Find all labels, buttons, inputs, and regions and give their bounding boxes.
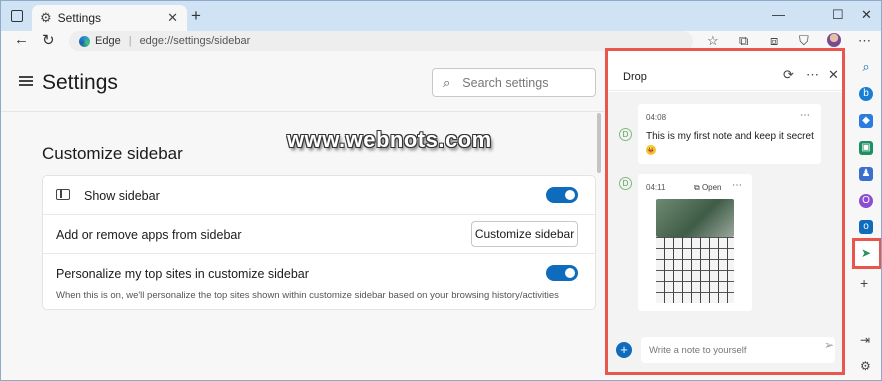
minimize-button[interactable]: — <box>772 7 785 22</box>
device-icon: D <box>619 128 632 141</box>
more-menu-icon[interactable]: ⋯ <box>858 33 871 49</box>
url-text: edge://settings/sidebar <box>139 35 251 47</box>
note-input-placeholder: Write a note to yourself <box>649 344 747 356</box>
note-more-icon[interactable]: ⋯ <box>732 180 742 191</box>
search-icon: ⌕ <box>443 74 451 90</box>
personalize-toggle[interactable] <box>546 265 578 281</box>
open-link[interactable]: ⧉ Open <box>694 183 722 193</box>
tab-actions-icon[interactable] <box>11 10 23 22</box>
image-note-card[interactable]: 04:11 ⧉ Open ⋯ <box>638 174 752 311</box>
add-app-icon[interactable]: + <box>860 275 868 291</box>
address-separator: | <box>128 35 132 47</box>
add-attachment-button[interactable]: + <box>616 342 632 358</box>
bing-icon[interactable]: b <box>859 87 873 101</box>
tools-icon[interactable]: ▣ <box>859 141 873 155</box>
device-icon: D <box>619 177 632 190</box>
gear-icon: ⚙ <box>40 10 52 25</box>
note-more-icon[interactable]: ⋯ <box>800 110 810 121</box>
show-sidebar-row: Show sidebar <box>43 176 595 215</box>
sync-icon[interactable]: ⟳ <box>783 67 794 83</box>
drop-panel: Drop ⟳ ⋯ ✕ D 04:08 ⋯ This is my first no… <box>605 48 845 375</box>
browser-window: ⚙ Settings ✕ + — ☐ ✕ ← ↻ Edge | edge://s… <box>0 0 882 381</box>
note-input[interactable]: Write a note to yourself <box>641 337 835 363</box>
tab-close-icon[interactable]: ✕ <box>167 10 178 26</box>
close-window-button[interactable]: ✕ <box>861 7 872 23</box>
outlook-icon[interactable]: o <box>859 220 873 234</box>
address-bar[interactable]: Edge | edge://settings/sidebar <box>69 31 693 51</box>
drop-more-icon[interactable]: ⋯ <box>806 67 819 83</box>
personalize-label: Personalize my top sites in customize si… <box>56 267 309 281</box>
section-title: Customize sidebar <box>42 144 183 163</box>
back-icon[interactable]: ← <box>14 31 29 48</box>
search-input[interactable]: ⌕ Search settings <box>432 68 596 97</box>
send-icon[interactable]: ➢ <box>824 338 834 352</box>
customize-sidebar-button[interactable]: Customize sidebar <box>471 221 578 247</box>
header-divider <box>1 111 604 112</box>
drop-close-icon[interactable]: ✕ <box>828 67 839 83</box>
settings-card: Show sidebar Add or remove apps from sid… <box>42 175 596 310</box>
search-icon[interactable]: ⌕ <box>859 60 873 74</box>
shopping-icon[interactable]: ◆ <box>859 114 873 128</box>
tab-title: Settings <box>57 11 102 25</box>
open-external-icon: ⧉ <box>694 183 702 192</box>
search-placeholder: Search settings <box>462 75 549 90</box>
hamburger-menu-icon[interactable] <box>19 76 33 86</box>
tab-settings[interactable]: ⚙ Settings ✕ <box>32 5 187 31</box>
personalize-description: When this is on, we'll personalize the t… <box>56 290 559 301</box>
show-sidebar-label: Show sidebar <box>84 189 160 203</box>
edge-sidebar <box>849 52 881 380</box>
drop-header: Drop ⟳ ⋯ ✕ <box>608 51 842 91</box>
edge-logo-icon <box>79 35 90 47</box>
personalize-row: Personalize my top sites in customize si… <box>43 254 595 309</box>
games-icon[interactable]: ♟ <box>859 167 873 181</box>
drop-sidebar-button[interactable]: ➤ <box>852 238 881 269</box>
apps-row: Add or remove apps from sidebar Customiz… <box>43 215 595 254</box>
favorite-star-icon[interactable]: ☆ <box>707 33 719 49</box>
scrollbar[interactable] <box>597 113 601 173</box>
note-text: This is my first note and keep it secret <box>646 131 814 142</box>
drop-icon: ➤ <box>861 246 872 260</box>
new-tab-button[interactable]: + <box>191 6 201 26</box>
refresh-icon[interactable]: ↻ <box>42 31 55 49</box>
sidebar-settings-icon[interactable]: ⚙ <box>860 359 871 373</box>
maximize-button[interactable]: ☐ <box>832 7 844 23</box>
collections-icon[interactable]: ⧈ <box>770 33 778 49</box>
drop-title: Drop <box>623 71 647 83</box>
apps-label: Add or remove apps from sidebar <box>56 228 242 242</box>
open-label: Open <box>701 183 722 192</box>
tongue-emoji-icon: 😛 <box>646 145 656 155</box>
office-icon[interactable]: O <box>859 194 873 208</box>
note-time: 04:08 <box>646 113 667 122</box>
extensions-icon[interactable]: ⧉ <box>739 33 748 49</box>
page-title: Settings <box>42 71 118 94</box>
sidebar-icon <box>56 189 70 200</box>
drop-footer: + Write a note to yourself ➢ <box>608 332 842 372</box>
hide-sidebar-icon[interactable]: ⇥ <box>860 333 870 347</box>
keyboard-photo[interactable] <box>656 199 734 303</box>
site-label: Edge <box>95 35 121 47</box>
profile-avatar[interactable] <box>827 33 841 47</box>
note-card[interactable]: 04:08 ⋯ This is my first note and keep i… <box>638 104 821 164</box>
show-sidebar-toggle[interactable] <box>546 187 578 203</box>
browser-essentials-icon[interactable]: ⛉ <box>799 33 809 49</box>
note-time: 04:11 <box>646 183 666 192</box>
watermark: www.webnots.com <box>287 127 492 152</box>
